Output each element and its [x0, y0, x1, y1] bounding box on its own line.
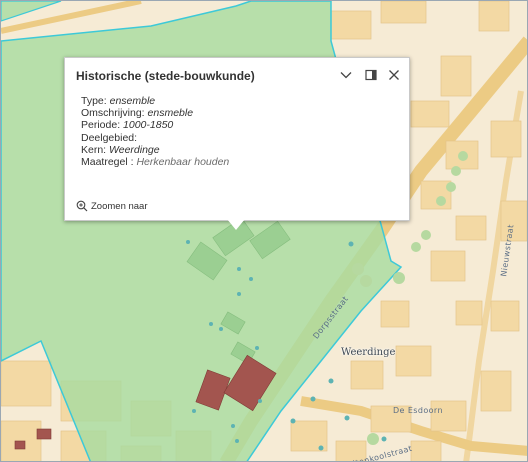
- street-label-de-esdoorn: De Esdoorn: [393, 406, 443, 415]
- field-value: 1000-1850: [123, 119, 174, 132]
- field-value: ensmeble: [147, 107, 194, 120]
- field-label: Deelgebied:: [81, 131, 138, 144]
- field-label: Kern:: [81, 143, 110, 156]
- close-button[interactable]: [385, 66, 403, 84]
- field-kern: Kern: Weerdinge: [81, 144, 229, 156]
- field-label: Type:: [81, 95, 110, 107]
- collapse-button[interactable]: [337, 66, 355, 84]
- zoom-to-label: Zoomen naar: [91, 200, 148, 212]
- dock-button[interactable]: [362, 66, 380, 84]
- field-label: Maatregel :: [81, 156, 137, 169]
- field-omschrijving: Omschrijving: ensmeble: [81, 107, 229, 119]
- field-label: Periode:: [81, 119, 124, 132]
- chevron-down-icon: [340, 72, 352, 79]
- dock-icon: [365, 69, 377, 81]
- close-icon: [389, 70, 399, 80]
- popup-fields: Type: ensemble Omschrijving: ensmeble Pe…: [81, 95, 229, 168]
- field-value: ensemble: [109, 95, 156, 107]
- field-label: Omschrijving:: [81, 107, 148, 120]
- place-label: Weerdinge: [341, 347, 396, 358]
- zoom-in-icon: [76, 200, 88, 212]
- popup-title: Historische (stede-bouwkunde): [76, 69, 255, 83]
- zoom-to-button[interactable]: Zoomen naar: [76, 200, 148, 212]
- field-value: Weerdinge: [109, 143, 160, 156]
- field-maatregel: Maatregel : Herkenbaar houden: [81, 156, 229, 168]
- field-value: Herkenbaar houden: [136, 156, 230, 169]
- field-deelgebied: Deelgebied:: [81, 132, 229, 144]
- map-view[interactable]: Dorpsstraat Nieuwstraat De Esdoorn Buite…: [0, 0, 528, 462]
- field-periode: Periode: 1000-1850: [81, 119, 229, 131]
- field-type: Type: ensemble: [81, 95, 229, 107]
- feature-popup: Historische (stede-bouwkunde) Type: ense…: [64, 57, 410, 221]
- popup-pointer: [227, 219, 245, 230]
